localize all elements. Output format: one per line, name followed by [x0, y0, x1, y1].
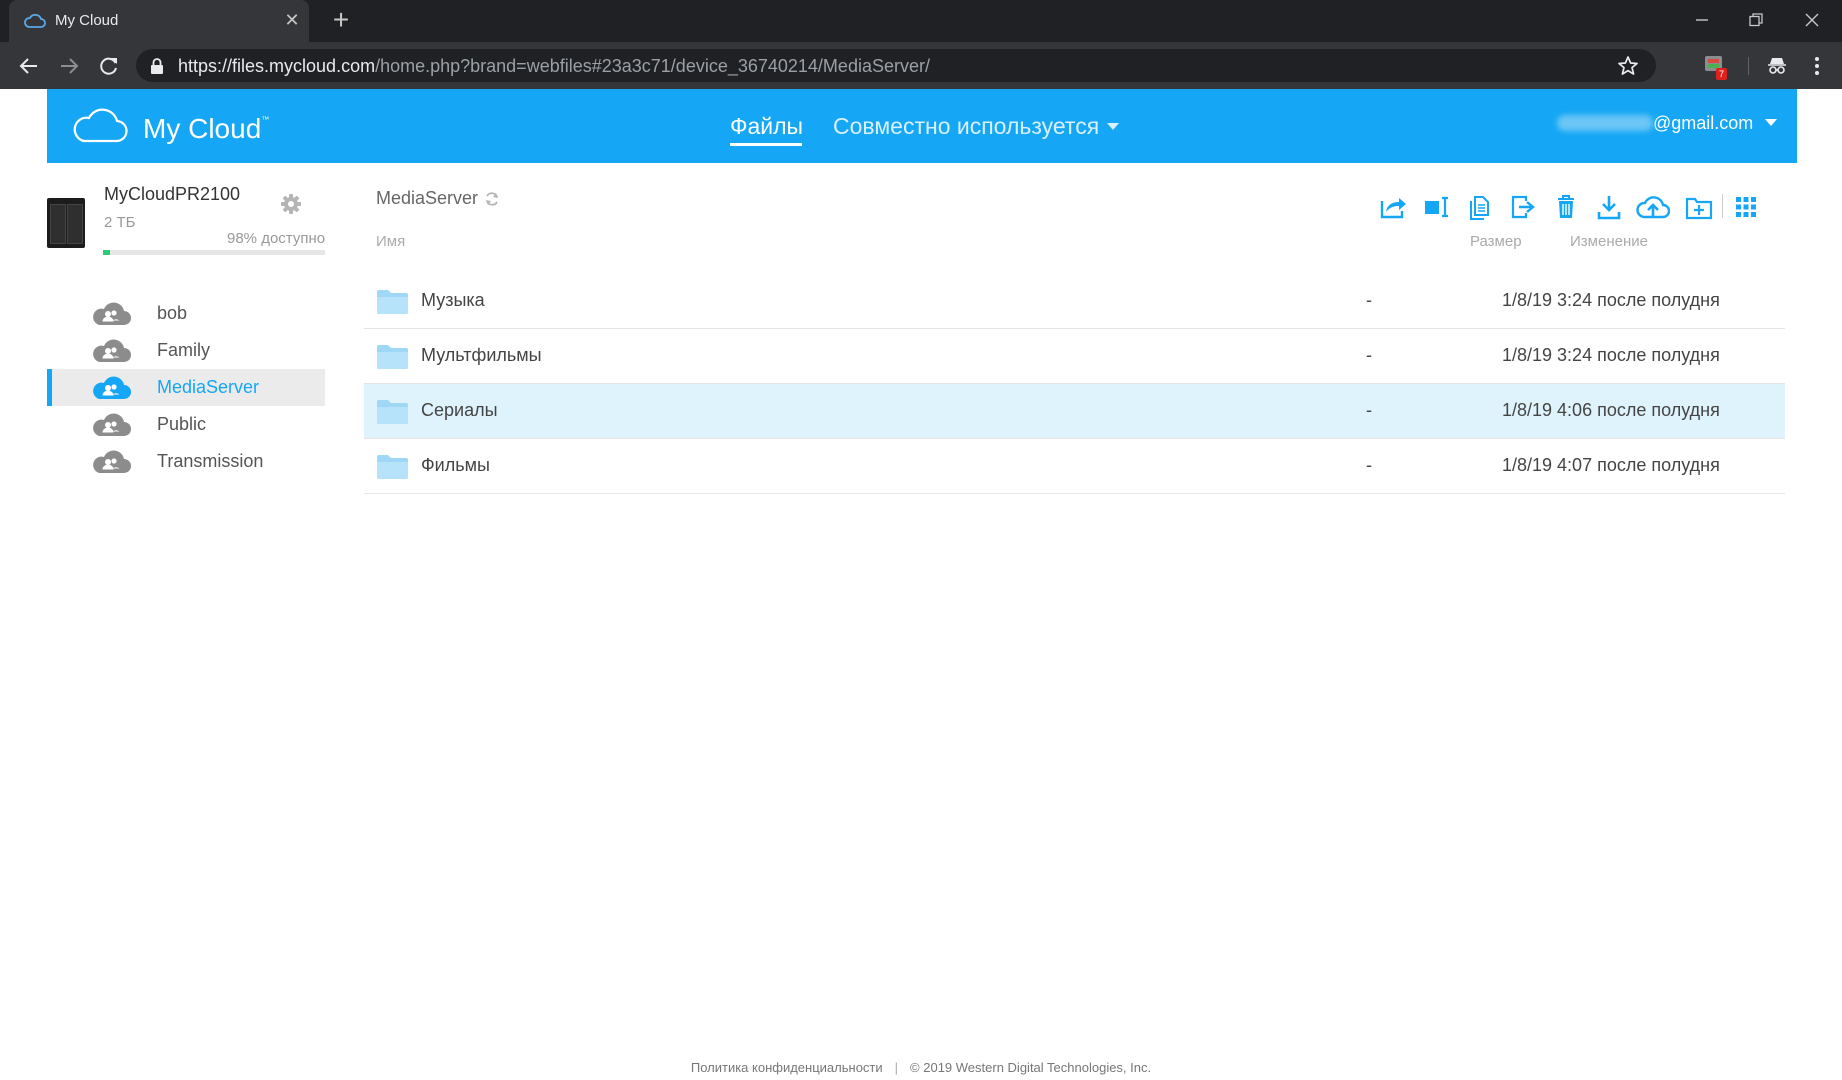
forward-icon[interactable]	[54, 51, 84, 81]
folder-icon	[377, 455, 408, 479]
address-bar[interactable]: https://files.mycloud.com/home.php?brand…	[136, 49, 1656, 82]
chevron-down-icon	[1107, 123, 1120, 130]
folder-icon	[377, 400, 408, 424]
rename-icon[interactable]	[1422, 193, 1452, 221]
device-available: 98% доступно	[227, 230, 326, 247]
file-row[interactable]: Мультфильмы - 1/8/19 3:24 после полудня	[364, 329, 1785, 384]
privacy-policy-link[interactable]: Политика конфиденциальности	[691, 1060, 883, 1075]
close-window-icon[interactable]	[1794, 6, 1830, 36]
file-modified: 1/8/19 4:06 после полудня	[1502, 400, 1720, 420]
footer-separator: |	[894, 1060, 899, 1075]
storage-usage-bar	[103, 250, 325, 255]
url-text: https://files.mycloud.com/home.php?brand…	[178, 56, 930, 76]
nav-files-tab[interactable]: Файлы	[730, 113, 803, 140]
trash-icon[interactable]	[1551, 193, 1581, 221]
share-label: Family	[157, 340, 210, 360]
download-icon[interactable]	[1594, 193, 1624, 221]
copy-icon[interactable]	[1465, 193, 1495, 221]
file-name: Сериалы	[421, 400, 498, 420]
column-header-name[interactable]: Имя	[376, 233, 405, 250]
minimize-icon[interactable]	[1684, 6, 1720, 36]
new-folder-icon[interactable]	[1684, 193, 1714, 221]
share-label: Public	[157, 414, 207, 434]
shared-cloud-icon	[93, 339, 131, 362]
device-name: MyCloudPR2100	[104, 184, 241, 204]
footer: Политика конфиденциальности | © 2019 Weste…	[0, 1060, 1842, 1075]
share-item-family[interactable]: Family	[47, 332, 325, 369]
app-logo-text[interactable]: My Cloud™	[143, 113, 269, 145]
share-item-public[interactable]: Public	[47, 406, 325, 443]
browser-tab-bar: My Cloud ✕ +	[0, 0, 1842, 42]
grid-view-icon[interactable]	[1731, 193, 1761, 221]
restore-icon[interactable]	[1738, 6, 1774, 36]
file-size: -	[1366, 455, 1372, 475]
lock-icon	[151, 58, 163, 74]
cloud-icon	[24, 13, 46, 28]
share-item-transmission[interactable]: Transmission	[47, 443, 325, 480]
file-size: -	[1366, 400, 1372, 420]
file-row[interactable]: Музыка - 1/8/19 3:24 после полудня	[364, 274, 1785, 329]
file-name: Музыка	[421, 290, 485, 310]
folder-icon	[377, 290, 408, 314]
back-icon[interactable]	[14, 51, 44, 81]
file-modified: 1/8/19 3:24 после полудня	[1502, 345, 1720, 365]
toolbar-separator	[1722, 194, 1723, 218]
close-tab-icon[interactable]: ✕	[281, 9, 303, 31]
shared-cloud-icon	[93, 376, 131, 399]
refresh-icon[interactable]	[484, 190, 500, 208]
new-tab-icon[interactable]: +	[326, 6, 356, 36]
column-header-modified[interactable]: Изменение	[1570, 233, 1648, 250]
toolbar-separator	[1748, 57, 1749, 75]
share-item-mediaserver[interactable]: MediaServer	[47, 369, 325, 406]
gear-icon[interactable]	[280, 193, 302, 215]
share-item-bob[interactable]: bob	[47, 295, 325, 332]
chevron-down-icon	[1765, 119, 1778, 126]
device-image	[47, 198, 85, 248]
app-header: My Cloud™ Файлы Совместно используется @…	[47, 89, 1797, 163]
user-menu[interactable]: @gmail.com	[1557, 113, 1778, 134]
share-icon[interactable]	[1378, 193, 1408, 221]
column-header-size[interactable]: Размер	[1470, 233, 1522, 250]
redacted-username	[1557, 115, 1653, 131]
upload-icon[interactable]	[1636, 193, 1670, 221]
kebab-menu-icon[interactable]	[1802, 51, 1832, 81]
copyright-text: © 2019 Western Digital Technologies, Inc…	[910, 1060, 1152, 1075]
storage-usage-fill	[103, 250, 110, 255]
shared-cloud-icon	[93, 302, 131, 325]
nav-shared-dropdown[interactable]: Совместно используется	[833, 113, 1120, 140]
file-modified: 1/8/19 4:07 после полудня	[1502, 455, 1720, 475]
folder-icon	[377, 345, 408, 369]
extension-badge: 7	[1716, 68, 1728, 80]
file-modified: 1/8/19 3:24 после полудня	[1502, 290, 1720, 310]
file-size: -	[1366, 290, 1372, 310]
file-name: Фильмы	[421, 455, 490, 475]
share-label: Transmission	[157, 451, 264, 471]
reload-icon[interactable]	[94, 51, 124, 81]
file-row[interactable]: Сериалы - 1/8/19 4:06 после полудня	[364, 384, 1785, 439]
bookmark-star-icon[interactable]	[1616, 54, 1640, 78]
shared-cloud-icon	[93, 450, 131, 473]
file-row[interactable]: Фильмы - 1/8/19 4:07 после полудня	[364, 439, 1785, 494]
file-size: -	[1366, 345, 1372, 365]
share-label: bob	[157, 303, 188, 323]
tab-title: My Cloud	[55, 12, 119, 29]
browser-toolbar: https://files.mycloud.com/home.php?brand…	[0, 42, 1842, 89]
shared-cloud-icon	[93, 413, 131, 436]
active-tab-indicator	[730, 143, 802, 146]
breadcrumb[interactable]: MediaServer	[376, 188, 478, 209]
file-name: Мультфильмы	[421, 345, 542, 365]
move-icon[interactable]	[1508, 193, 1538, 221]
share-label: MediaServer	[157, 377, 260, 397]
my-cloud-logo-icon[interactable]	[71, 105, 129, 145]
device-capacity: 2 ТБ	[104, 214, 136, 231]
extension-icon[interactable]: 7	[1700, 51, 1730, 81]
incognito-icon[interactable]	[1762, 51, 1792, 81]
browser-tab[interactable]: My Cloud ✕	[9, 0, 309, 42]
